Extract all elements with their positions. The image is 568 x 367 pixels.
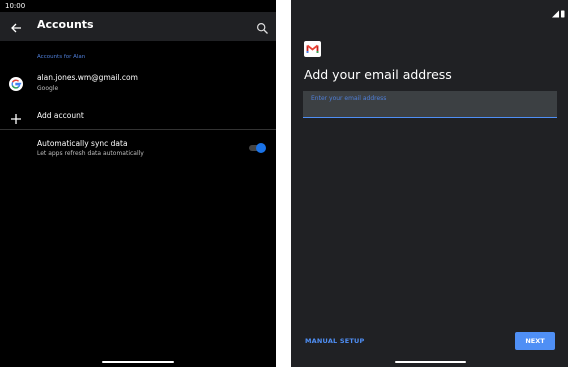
gmail-icon [304,41,321,57]
auto-sync-toggle[interactable] [249,142,266,153]
page-heading: Add your email address [304,67,452,82]
email-field[interactable] [303,91,557,118]
auto-sync-title: Automatically sync data [37,139,128,148]
app-bar: Accounts [0,12,276,41]
gesture-nav-handle[interactable] [102,361,174,363]
google-icon [9,76,23,91]
status-time: 10:00 [5,2,26,10]
account-type: Google [37,85,59,92]
page-title: Accounts [37,18,94,31]
auto-sync-subtitle: Let apps refresh data automatically [37,150,144,157]
plus-icon [11,109,21,124]
status-icons [547,3,567,18]
battery-icon [561,10,565,18]
account-row[interactable]: alan.jones.wm@gmail.com Google [0,68,276,98]
signal-icon [552,10,559,18]
gmail-add-email-panel: Add your email address MANUAL SETUP NEXT [291,0,568,367]
add-account-button[interactable]: Add account [0,106,276,124]
split-screen-divider[interactable] [276,0,291,367]
section-header: Accounts for Alan [37,54,86,60]
toggle-knob [256,143,266,153]
next-button[interactable]: NEXT [515,332,555,350]
arrow-back-icon[interactable] [9,20,23,34]
add-account-label: Add account [37,111,84,120]
auto-sync-setting[interactable]: Automatically sync data Let apps refresh… [0,135,276,161]
gesture-nav-handle[interactable] [395,361,466,363]
divider [0,129,276,130]
account-email: alan.jones.wm@gmail.com [37,73,138,82]
manual-setup-button[interactable]: MANUAL SETUP [305,337,364,345]
search-icon[interactable] [256,20,269,34]
accounts-settings-panel: 10:00 Accounts Accounts for Alan alan.jo… [0,0,276,367]
